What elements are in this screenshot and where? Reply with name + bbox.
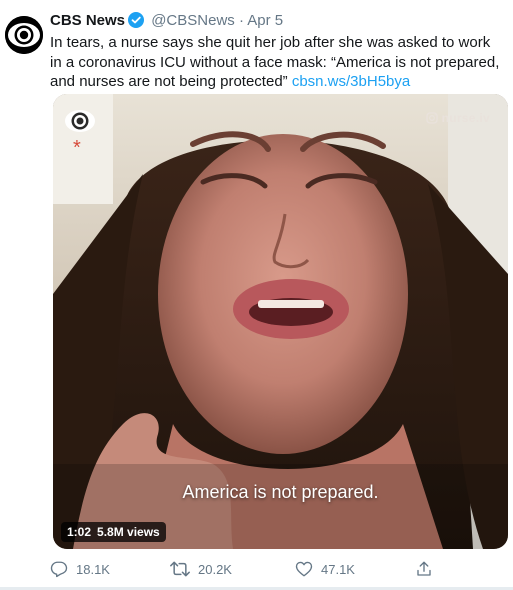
author-handle[interactable]: @CBSNews bbox=[151, 12, 235, 29]
svg-text:*: * bbox=[73, 137, 81, 159]
tweet-date[interactable]: Apr 5 bbox=[247, 12, 283, 29]
heart-icon bbox=[295, 561, 313, 577]
video-duration: 1:02 bbox=[67, 525, 92, 539]
share-icon bbox=[417, 561, 431, 576]
like-button[interactable]: 47.1K bbox=[295, 556, 355, 582]
header-separator: · bbox=[238, 12, 244, 29]
verified-badge-icon bbox=[128, 12, 145, 28]
instagram-icon bbox=[425, 112, 438, 124]
author-name[interactable]: CBS News bbox=[50, 12, 125, 29]
cbs-eye-logo-icon bbox=[5, 16, 43, 54]
tweet-actions: 18.1K 20.2K 47.1K bbox=[50, 556, 510, 582]
tweet-link[interactable]: cbsn.ws/3bH5bya bbox=[292, 73, 410, 90]
retweet-icon bbox=[170, 561, 190, 577]
tweet-body: In tears, a nurse says she quit her job … bbox=[50, 34, 500, 90]
video-views: 5.8M views bbox=[97, 525, 160, 539]
source-watermark: nurse.iv bbox=[425, 111, 490, 125]
retweet-count: 20.2K bbox=[198, 561, 232, 577]
cbs-news-avatar[interactable] bbox=[5, 16, 43, 54]
video-stats-badge: 1:02 5.8M views bbox=[61, 522, 166, 542]
cbs-eye-watermark-icon bbox=[65, 110, 95, 132]
video-frame-image: * bbox=[53, 94, 508, 549]
reply-count: 18.1K bbox=[76, 561, 110, 577]
video-caption: America is not prepared. bbox=[182, 482, 379, 502]
tweet: CBS News @CBSNews · Apr 5 In tears, a nu… bbox=[0, 0, 513, 590]
tweet-header: CBS News @CBSNews · Apr 5 bbox=[50, 11, 283, 31]
reply-icon bbox=[50, 561, 68, 578]
watermark-text: nurse.iv bbox=[441, 111, 490, 125]
share-button[interactable] bbox=[415, 556, 441, 582]
tweet-text: In tears, a nurse says she quit her job … bbox=[50, 33, 505, 92]
like-count: 47.1K bbox=[321, 561, 355, 577]
video-player[interactable]: * nurse.iv America is not prepared. 1:02… bbox=[53, 94, 508, 549]
retweet-button[interactable]: 20.2K bbox=[170, 556, 232, 582]
reply-button[interactable]: 18.1K bbox=[50, 556, 110, 582]
